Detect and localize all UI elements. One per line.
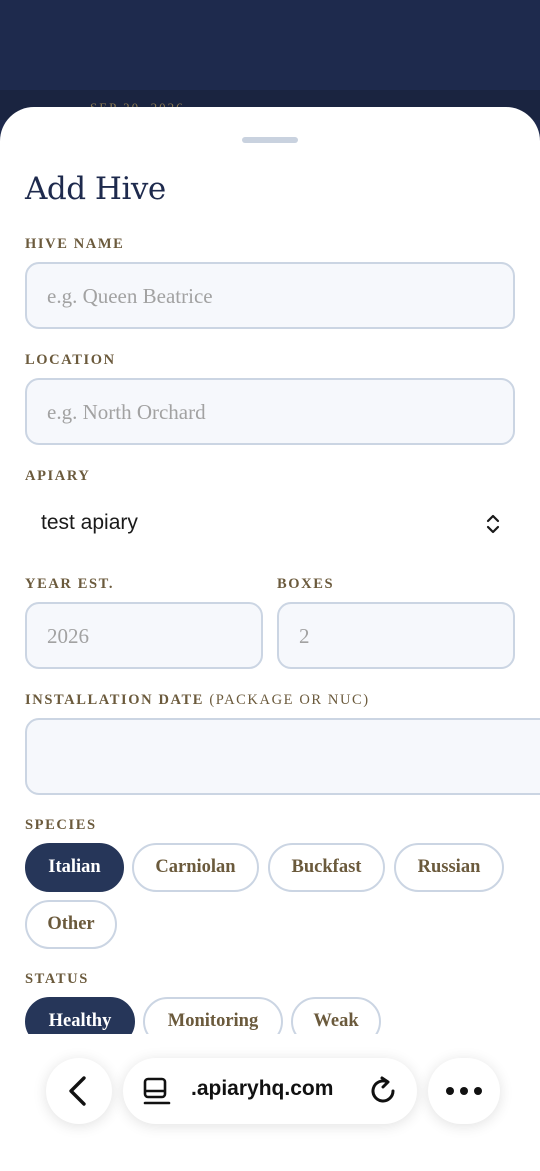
hive-name-label: HIVE NAME [25, 236, 125, 252]
hive-name-input[interactable]: e.g. Queen Beatrice [25, 262, 515, 329]
browser-url-text: .apiaryhq.com [191, 1077, 334, 1100]
year-est-placeholder: 2026 [47, 624, 89, 648]
tabs-icon [143, 1077, 171, 1105]
species-chip-italian[interactable]: Italian [25, 843, 124, 892]
installation-date-label: INSTALLATION DATE (PACKAGE OR NUC) [25, 692, 370, 709]
installation-date-input[interactable] [25, 718, 540, 795]
browser-back-button[interactable] [46, 1058, 112, 1124]
boxes-placeholder: 2 [299, 624, 310, 648]
location-placeholder: e.g. North Orchard [47, 400, 206, 424]
boxes-label: BOXES [277, 576, 335, 592]
hive-name-placeholder: e.g. Queen Beatrice [47, 284, 213, 308]
species-chip-other[interactable]: Other [25, 900, 117, 949]
installation-date-label-sub: (PACKAGE OR NUC) [209, 692, 370, 708]
species-label: SPECIES [25, 817, 97, 833]
location-label: LOCATION [25, 352, 116, 368]
apiary-select[interactable]: test apiary [25, 499, 515, 549]
sheet-title: Add Hive [25, 171, 166, 207]
chevron-left-icon [69, 1076, 86, 1106]
boxes-input[interactable]: 2 [277, 602, 515, 669]
reload-icon[interactable] [367, 1075, 399, 1107]
species-chip-buckfast[interactable]: Buckfast [268, 843, 385, 892]
apiary-label: APIARY [25, 468, 91, 484]
sheet-drag-handle[interactable] [242, 137, 298, 143]
year-est-label: YEAR EST. [25, 576, 115, 592]
location-input[interactable]: e.g. North Orchard [25, 378, 515, 445]
more-icon [446, 1087, 482, 1095]
year-est-input[interactable]: 2026 [25, 602, 263, 669]
apiary-selected-value: test apiary [41, 511, 138, 534]
species-chip-carniolan[interactable]: Carniolan [132, 843, 259, 892]
installation-date-label-main: INSTALLATION DATE [25, 692, 205, 708]
select-updown-icon [486, 514, 500, 534]
add-hive-sheet: Add Hive HIVE NAME e.g. Queen Beatrice L… [0, 107, 540, 1171]
species-chip-russian[interactable]: Russian [394, 843, 504, 892]
browser-more-button[interactable] [428, 1058, 500, 1124]
status-label: STATUS [25, 971, 89, 987]
browser-url-bar[interactable]: .apiaryhq.com [123, 1058, 417, 1124]
